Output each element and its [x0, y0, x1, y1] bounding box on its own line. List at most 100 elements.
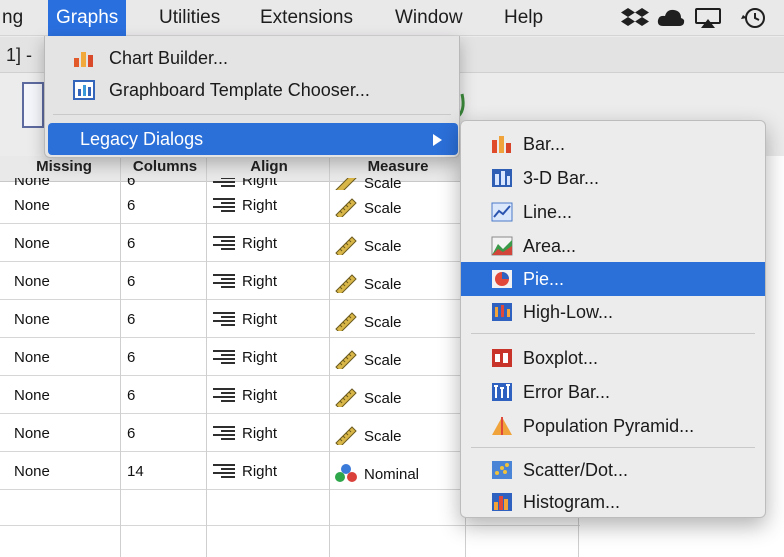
submenu-boxplot[interactable]: Boxplot...: [461, 341, 765, 375]
menu-item-previous[interactable]: ng: [0, 0, 31, 36]
menu-item-graphs[interactable]: Graphs: [48, 0, 127, 36]
area-chart-icon: [491, 236, 513, 256]
cell-measure[interactable]: Scale: [334, 349, 402, 369]
submenu-line-label: Line...: [523, 202, 573, 222]
cell-columns[interactable]: 6: [127, 311, 135, 328]
header-missing[interactable]: Missing: [10, 158, 118, 175]
cell-align[interactable]: Right: [212, 235, 277, 252]
cell-missing[interactable]: None: [14, 235, 50, 252]
graphboard-icon: [73, 80, 95, 100]
cell-align-label: Right: [242, 235, 278, 252]
cell-measure[interactable]: Scale: [334, 387, 402, 407]
ruler-icon: [335, 236, 357, 255]
table-row-empty[interactable]: [0, 520, 580, 557]
submenu-area[interactable]: Area...: [461, 229, 765, 263]
submenu-high-low[interactable]: High-Low...: [461, 295, 765, 329]
align-right-icon: [212, 311, 236, 327]
cell-measure[interactable]: Scale: [334, 425, 402, 445]
cell-columns[interactable]: 6: [127, 387, 135, 404]
align-right-icon: [212, 463, 236, 479]
dropbox-icon[interactable]: [620, 6, 650, 30]
menu-item-window[interactable]: Window: [387, 0, 471, 36]
cell-missing[interactable]: None: [14, 349, 50, 366]
align-right-icon: [212, 387, 236, 403]
nominal-icon: [335, 464, 357, 482]
submenu-population-pyramid[interactable]: Population Pyramid...: [461, 409, 765, 443]
cell-columns[interactable]: 6: [127, 425, 135, 442]
submenu-separator: [471, 333, 755, 334]
cell-columns[interactable]: 6: [127, 349, 135, 366]
cell-measure[interactable]: Scale: [334, 235, 402, 255]
align-right-icon: [212, 235, 236, 251]
cell-align[interactable]: Right: [212, 197, 277, 214]
cell-measure-label: Scale: [364, 200, 402, 217]
high-low-chart-icon: [492, 303, 512, 321]
header-columns[interactable]: Columns: [122, 158, 208, 175]
ruler-icon: [335, 312, 357, 331]
cell-align[interactable]: Right: [212, 273, 277, 290]
3d-bar-chart-icon: [492, 169, 512, 187]
column-divider: [329, 156, 330, 557]
align-right-icon: [212, 197, 236, 213]
menu-item-utilities[interactable]: Utilities: [151, 0, 228, 36]
menu-legacy-dialogs[interactable]: Legacy Dialogs: [48, 123, 458, 155]
cell-missing[interactable]: None: [14, 463, 50, 480]
cell-missing[interactable]: None: [14, 425, 50, 442]
submenu-population-pyramid-label: Population Pyramid...: [523, 416, 695, 436]
cell-measure[interactable]: Nominal: [334, 463, 419, 483]
cell-measure[interactable]: Scale: [334, 311, 402, 331]
cell-measure-label: Scale: [364, 276, 402, 293]
menu-item-extensions[interactable]: Extensions: [252, 0, 361, 36]
cell-columns[interactable]: 14: [127, 463, 144, 480]
cell-missing[interactable]: None: [14, 311, 50, 328]
ruler-icon: [335, 350, 357, 369]
submenu-3d-bar[interactable]: 3-D Bar...: [461, 161, 765, 195]
menu-chart-builder[interactable]: Chart Builder...: [45, 42, 459, 74]
submenu-histogram[interactable]: Histogram...: [461, 485, 765, 519]
align-right-icon: [212, 425, 236, 441]
submenu-line[interactable]: Line...: [461, 195, 765, 229]
submenu-pie[interactable]: Pie...: [461, 262, 765, 296]
submenu-histogram-label: Histogram...: [523, 492, 621, 512]
cell-missing[interactable]: None: [14, 273, 50, 290]
menu-graphboard-template-chooser[interactable]: Graphboard Template Chooser...: [45, 74, 459, 106]
header-measure[interactable]: Measure: [330, 158, 466, 175]
toolbar-data-editor-icon[interactable]: [22, 82, 44, 128]
ruler-icon: [335, 198, 357, 217]
header-align[interactable]: Align: [208, 158, 330, 175]
submenu-bar-label: Bar...: [523, 134, 566, 154]
align-right-icon: [212, 349, 236, 365]
submenu-bar[interactable]: Bar...: [461, 127, 765, 161]
cell-columns[interactable]: 6: [127, 235, 135, 252]
cell-align[interactable]: Right: [212, 387, 277, 404]
boxplot-icon: [492, 349, 512, 367]
submenu-area-label: Area...: [523, 236, 577, 256]
cell-align[interactable]: Right: [212, 425, 277, 442]
cell-columns[interactable]: 6: [127, 273, 135, 290]
cell-align[interactable]: Right: [212, 349, 277, 366]
app-window: ng Graphs Utilities Extensions Window He…: [0, 0, 784, 557]
cell-measure[interactable]: Scale: [334, 197, 402, 217]
cloud-icon[interactable]: [656, 6, 686, 30]
column-divider: [206, 156, 207, 557]
submenu-scatter-dot[interactable]: Scatter/Dot...: [461, 453, 765, 487]
time-machine-icon[interactable]: [738, 6, 768, 30]
cell-align-label: Right: [242, 425, 278, 442]
cell-align-label: Right: [242, 197, 278, 214]
menu-legacy-dialogs-label: Legacy Dialogs: [80, 129, 204, 149]
submenu-error-bar[interactable]: Error Bar...: [461, 375, 765, 409]
cell-align-label: Right: [242, 387, 278, 404]
cell-align[interactable]: Right: [212, 463, 277, 480]
cell-measure-label: Scale: [364, 390, 402, 407]
cell-align-label: Right: [242, 349, 278, 366]
cell-align-label: Right: [242, 463, 278, 480]
cell-missing[interactable]: None: [14, 197, 50, 214]
cell-missing[interactable]: None: [14, 387, 50, 404]
menu-graphboard-label: Graphboard Template Chooser...: [109, 80, 370, 100]
airplay-icon[interactable]: [693, 6, 723, 30]
cell-align[interactable]: Right: [212, 311, 277, 328]
chart-builder-icon: [74, 52, 93, 67]
cell-columns[interactable]: 6: [127, 197, 135, 214]
cell-measure[interactable]: Scale: [334, 273, 402, 293]
menu-item-help[interactable]: Help: [496, 0, 551, 36]
